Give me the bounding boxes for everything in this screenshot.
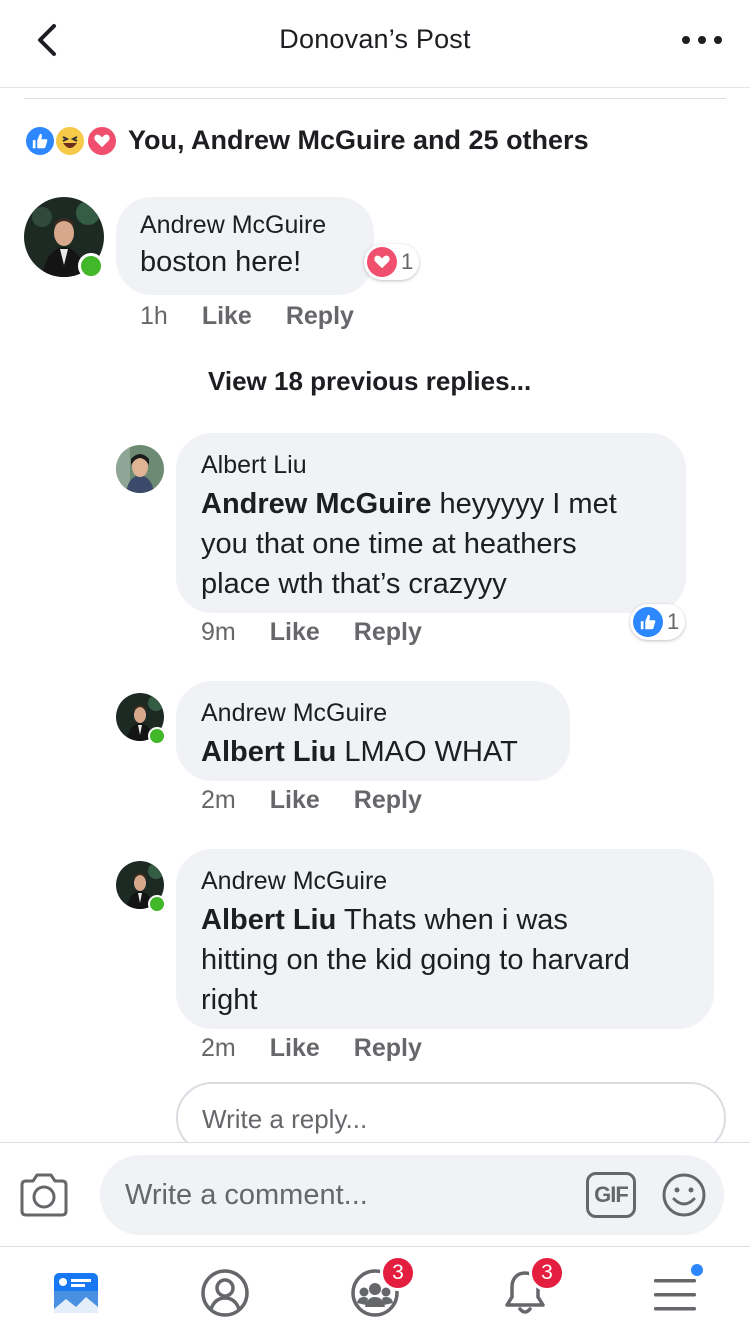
reply-author[interactable]: Albert Liu [201, 451, 661, 480]
comment-meta: 1h Like Reply [140, 302, 388, 331]
love-reaction-icon [367, 247, 397, 277]
reply-author[interactable]: Andrew McGuire [201, 699, 545, 728]
reply-text-line: heyyyyy I met [431, 488, 617, 520]
reaction-count: 1 [401, 249, 414, 274]
reply-button[interactable]: Reply [286, 302, 354, 331]
reply-meta: 9m Like Reply [201, 618, 456, 647]
comment-input[interactable]: Write a comment... GIF [100, 1155, 724, 1235]
reply-bubble[interactable]: Albert Liu Andrew McGuire heyyyyy I met … [176, 433, 686, 613]
more-icon-dot [714, 36, 722, 44]
more-icon [682, 36, 690, 44]
reply-text-line: hitting on the kid going to harvard [201, 944, 630, 976]
like-button[interactable]: Like [202, 302, 252, 331]
online-status-dot [148, 727, 166, 745]
avatar[interactable] [116, 445, 164, 493]
reaction-count-badge[interactable]: 1 [364, 244, 420, 280]
more-options-button[interactable] [682, 30, 722, 50]
like-button[interactable]: Like [270, 786, 320, 815]
reactions-summary[interactable]: You, Andrew McGuire and 25 others [24, 120, 589, 160]
comment-bubble[interactable]: Andrew McGuire boston here! [116, 197, 374, 295]
reply-bubble[interactable]: Andrew McGuire Albert Liu LMAO WHAT [176, 681, 570, 781]
reaction-count-badge[interactable]: 1 [630, 604, 686, 640]
comment-composer: Write a comment... GIF [0, 1142, 750, 1246]
page-title: Donovan’s Post [279, 24, 471, 54]
notifications-badge: 3 [529, 1255, 565, 1291]
news-feed-icon [54, 1273, 98, 1313]
like-button[interactable]: Like [270, 1034, 320, 1063]
reply-button[interactable]: Reply [354, 1034, 422, 1063]
like-reaction-icon [24, 125, 56, 157]
top-bar: Donovan’s Post [0, 0, 750, 88]
timestamp: 2m [201, 1034, 236, 1062]
profile-icon [201, 1269, 249, 1317]
menu-notification-dot [688, 1261, 706, 1279]
camera-button[interactable] [18, 1171, 70, 1219]
reply-text: Andrew McGuire heyyyyy I met [201, 484, 661, 524]
reply-text-line: Thats when i was [336, 904, 568, 936]
reply-meta: 2m Like Reply [201, 1034, 456, 1063]
reaction-icons [24, 122, 124, 158]
timestamp: 2m [201, 786, 236, 814]
avatar-photo [116, 445, 164, 493]
reply-author[interactable]: Andrew McGuire [201, 867, 689, 896]
reply-text-line: right [201, 984, 258, 1016]
reply-text-line: you that one time at heathers [201, 528, 577, 560]
reply-text-line: LMAO WHAT [336, 736, 518, 768]
mention[interactable]: Albert Liu [201, 736, 336, 768]
bottom-tab-bar: 3 3 [0, 1246, 750, 1334]
reply-button[interactable]: Reply [354, 618, 422, 647]
reply-bubble[interactable]: Andrew McGuire Albert Liu Thats when i w… [176, 849, 714, 1029]
comment-input-placeholder: Write a comment... [125, 1179, 368, 1211]
love-reaction-icon [86, 125, 118, 157]
mention[interactable]: Andrew McGuire [201, 488, 431, 520]
online-status-dot [148, 895, 166, 913]
comment-author[interactable]: Andrew McGuire [140, 211, 350, 240]
reactions-summary-text: You, Andrew McGuire and 25 others [128, 124, 589, 155]
tab-news-feed[interactable] [48, 1265, 104, 1321]
gif-button[interactable]: GIF [586, 1172, 636, 1218]
more-icon-dot [698, 36, 706, 44]
reply-text: Albert Liu LMAO WHAT [201, 732, 545, 772]
comment-text: boston here! [140, 246, 302, 278]
tab-profile[interactable] [197, 1265, 253, 1321]
reply-text: Albert Liu Thats when i was [201, 900, 689, 940]
timestamp: 1h [140, 302, 168, 330]
groups-badge: 3 [380, 1255, 416, 1291]
reply-text-line: place wth that’s crazyyy [201, 568, 507, 600]
camera-icon [20, 1173, 68, 1217]
timestamp: 9m [201, 618, 236, 646]
reply-meta: 2m Like Reply [201, 786, 456, 815]
reaction-count: 1 [667, 609, 680, 634]
online-status-dot [78, 253, 104, 279]
emoji-icon [662, 1173, 706, 1217]
divider [24, 98, 726, 99]
like-button[interactable]: Like [270, 618, 320, 647]
haha-reaction-icon [54, 125, 86, 157]
reply-button[interactable]: Reply [354, 786, 422, 815]
mention[interactable]: Albert Liu [201, 904, 336, 936]
emoji-button[interactable] [660, 1171, 708, 1219]
like-reaction-icon [633, 607, 663, 637]
view-previous-replies-link[interactable]: View 18 previous replies... [208, 366, 531, 397]
